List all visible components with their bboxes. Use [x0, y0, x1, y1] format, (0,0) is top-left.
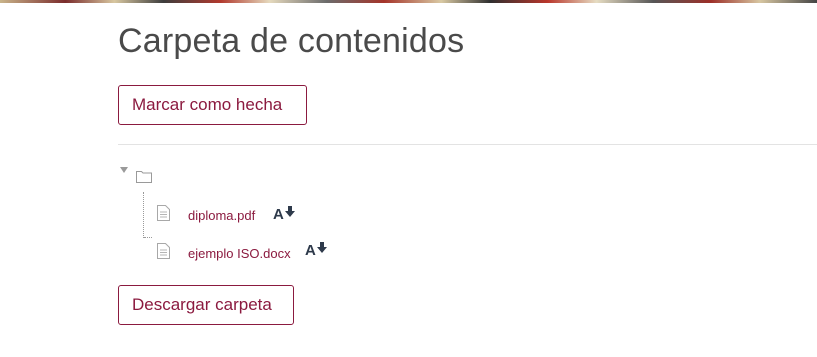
divider	[118, 144, 817, 145]
download-folder-button[interactable]: Descargar carpeta	[118, 285, 294, 325]
svg-text:A: A	[305, 242, 316, 256]
file-icon	[157, 205, 170, 221]
mark-done-button[interactable]: Marcar como hecha	[118, 85, 307, 125]
file-link-diploma[interactable]: diploma.pdf	[188, 208, 255, 223]
tree-connector	[144, 237, 152, 238]
folder-icon	[136, 171, 152, 183]
svg-text:A: A	[273, 206, 284, 220]
accessibility-download-icon[interactable]: A	[305, 242, 331, 256]
page-title: Carpeta de contenidos	[118, 22, 465, 60]
file-link-ejemplo-iso[interactable]: ejemplo ISO.docx	[188, 246, 291, 261]
header-image-strip	[0, 0, 817, 3]
collapse-toggle-icon[interactable]	[120, 167, 128, 173]
tree-connector	[143, 192, 144, 238]
accessibility-download-icon[interactable]: A	[273, 206, 299, 220]
file-icon	[157, 243, 170, 259]
